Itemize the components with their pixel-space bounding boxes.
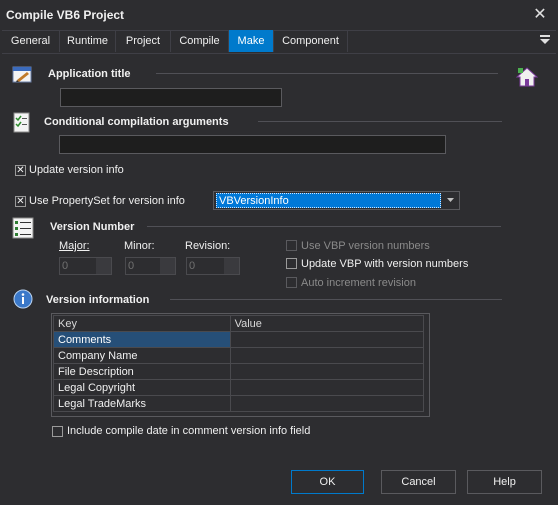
column-header-value[interactable]: Value bbox=[229, 315, 425, 332]
table-cell-value[interactable] bbox=[229, 347, 425, 364]
table-cell-key[interactable]: Comments bbox=[53, 331, 231, 348]
application-title-icon bbox=[12, 66, 32, 83]
cancel-button[interactable]: Cancel bbox=[381, 470, 456, 494]
use-vbp-checkbox[interactable] bbox=[286, 240, 297, 251]
table-row[interactable]: File Description bbox=[53, 363, 425, 380]
app-title-heading: Application title bbox=[48, 68, 131, 80]
menu-icon[interactable] bbox=[538, 33, 552, 47]
auto-increment-checkbox[interactable] bbox=[286, 277, 297, 288]
use-propertyset-label: Use PropertySet for version info bbox=[29, 195, 185, 207]
table-cell-value[interactable] bbox=[229, 331, 425, 348]
table-cell-key[interactable]: Legal Copyright bbox=[53, 379, 231, 396]
use-vbp-label: Use VBP version numbers bbox=[301, 240, 430, 252]
revision-spinner-buttons[interactable] bbox=[224, 258, 239, 274]
tab-make[interactable]: Make bbox=[229, 30, 274, 52]
conditional-args-input[interactable] bbox=[59, 135, 446, 154]
tab-runtime[interactable]: Runtime bbox=[60, 30, 116, 52]
table-cell-value[interactable] bbox=[229, 395, 425, 412]
version-information-heading: Version information bbox=[46, 294, 150, 306]
table-row[interactable]: Legal TradeMarks bbox=[53, 395, 425, 412]
tab-general[interactable]: General bbox=[2, 30, 60, 52]
update-version-info-checkbox[interactable]: ✕ bbox=[15, 165, 26, 176]
table-cell-value[interactable] bbox=[229, 363, 425, 380]
version-info-table[interactable]: Key Value Comments Company Name File Des… bbox=[53, 315, 425, 412]
version-number-heading: Version Number bbox=[50, 221, 135, 233]
auto-increment-label: Auto increment revision bbox=[301, 277, 416, 289]
tab-compile[interactable]: Compile bbox=[171, 30, 229, 52]
table-cell-key[interactable]: File Description bbox=[53, 363, 231, 380]
table-row[interactable]: Comments bbox=[53, 331, 425, 348]
table-cell-key[interactable]: Company Name bbox=[53, 347, 231, 364]
conditional-divider bbox=[258, 121, 502, 122]
home-icon bbox=[516, 67, 538, 87]
update-vbp-checkbox[interactable] bbox=[286, 258, 297, 269]
table-header-row: Key Value bbox=[53, 315, 425, 332]
table-cell-value[interactable] bbox=[229, 379, 425, 396]
use-propertyset-checkbox[interactable]: ✕ bbox=[15, 196, 26, 207]
minor-label: Minor: bbox=[124, 240, 155, 252]
table-row[interactable]: Company Name bbox=[53, 347, 425, 364]
list-icon bbox=[12, 217, 34, 239]
table-row[interactable]: Legal Copyright bbox=[53, 379, 425, 396]
tab-project[interactable]: Project bbox=[116, 30, 171, 52]
chevron-down-icon[interactable] bbox=[446, 197, 455, 203]
version-information-divider bbox=[170, 299, 502, 300]
close-icon[interactable]: ✕ bbox=[532, 4, 548, 24]
window-title: Compile VB6 Project bbox=[6, 8, 125, 22]
info-icon bbox=[13, 289, 33, 309]
app-title-input[interactable] bbox=[60, 88, 282, 107]
column-header-key[interactable]: Key bbox=[53, 315, 231, 332]
ok-button[interactable]: OK bbox=[291, 470, 364, 494]
minor-spinner-buttons[interactable] bbox=[160, 258, 175, 274]
update-version-info-label: Update version info bbox=[29, 164, 124, 176]
tab-component[interactable]: Component bbox=[274, 30, 348, 52]
version-number-divider bbox=[147, 226, 501, 227]
include-compile-date-label: Include compile date in comment version … bbox=[67, 425, 311, 437]
table-cell-key[interactable]: Legal TradeMarks bbox=[53, 395, 231, 412]
checklist-icon bbox=[13, 112, 30, 133]
propertyset-selected-value[interactable]: VBVersionInfo bbox=[216, 193, 441, 208]
major-label: Major: bbox=[59, 240, 90, 252]
update-vbp-label: Update VBP with version numbers bbox=[301, 258, 469, 270]
help-button[interactable]: Help bbox=[467, 470, 542, 494]
revision-label: Revision: bbox=[185, 240, 231, 252]
conditional-heading: Conditional compilation arguments bbox=[44, 116, 229, 128]
app-title-divider bbox=[156, 73, 498, 74]
include-compile-date-checkbox[interactable] bbox=[52, 426, 63, 437]
major-spinner-buttons[interactable] bbox=[96, 258, 111, 274]
